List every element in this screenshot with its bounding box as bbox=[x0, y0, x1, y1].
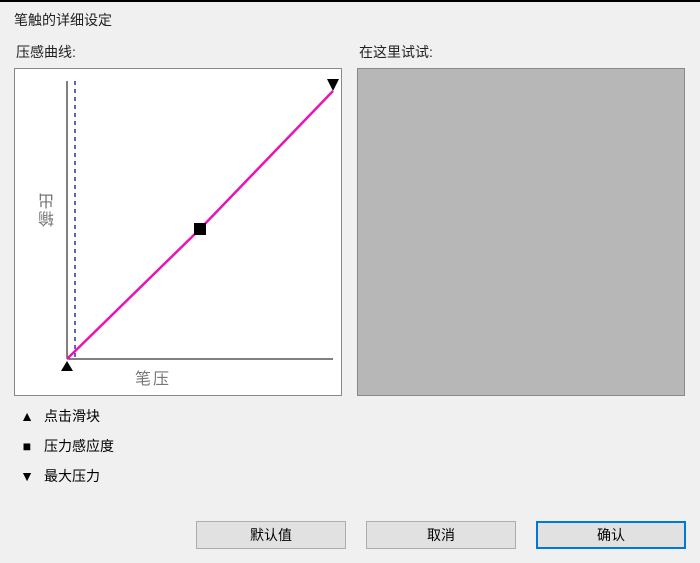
legend-row-click-slider: ▲ 点击滑块 bbox=[20, 406, 686, 426]
test-canvas[interactable] bbox=[357, 68, 685, 396]
curve-panel: 压感曲线: 输出 笔压 bbox=[14, 36, 343, 396]
triangle-up-icon: ▲ bbox=[20, 408, 34, 424]
curve-graph bbox=[15, 69, 341, 395]
legend-label: 点击滑块 bbox=[44, 406, 100, 426]
sensitivity-handle[interactable] bbox=[194, 223, 206, 235]
legend: ▲ 点击滑块 ■ 压力感应度 ▼ 最大压力 bbox=[14, 406, 686, 486]
button-row: 默认值 取消 确认 bbox=[0, 507, 700, 563]
legend-row-max-pressure: ▼ 最大压力 bbox=[20, 466, 686, 486]
curve-section-label: 压感曲线: bbox=[14, 36, 343, 68]
triangle-down-icon: ▼ bbox=[20, 468, 34, 484]
test-section-label: 在这里试试: bbox=[357, 36, 686, 68]
panels-row: 压感曲线: 输出 笔压 bbox=[14, 36, 686, 396]
pressure-curve-editor[interactable]: 输出 笔压 bbox=[14, 68, 342, 396]
cancel-button[interactable]: 取消 bbox=[366, 521, 516, 549]
dialog-window: 笔触的详细设定 压感曲线: 输出 笔压 bbox=[0, 0, 700, 563]
test-panel: 在这里试试: bbox=[357, 36, 686, 396]
legend-row-sensitivity: ■ 压力感应度 bbox=[20, 436, 686, 456]
legend-label: 压力感应度 bbox=[44, 436, 114, 456]
content-area: 压感曲线: 输出 笔压 bbox=[0, 36, 700, 507]
legend-label: 最大压力 bbox=[44, 466, 100, 486]
square-icon: ■ bbox=[20, 438, 34, 454]
ok-button[interactable]: 确认 bbox=[536, 521, 686, 549]
window-title: 笔触的详细设定 bbox=[0, 2, 700, 36]
click-slider-handle[interactable] bbox=[61, 361, 73, 371]
max-pressure-handle[interactable] bbox=[327, 79, 339, 91]
default-button[interactable]: 默认值 bbox=[196, 521, 346, 549]
